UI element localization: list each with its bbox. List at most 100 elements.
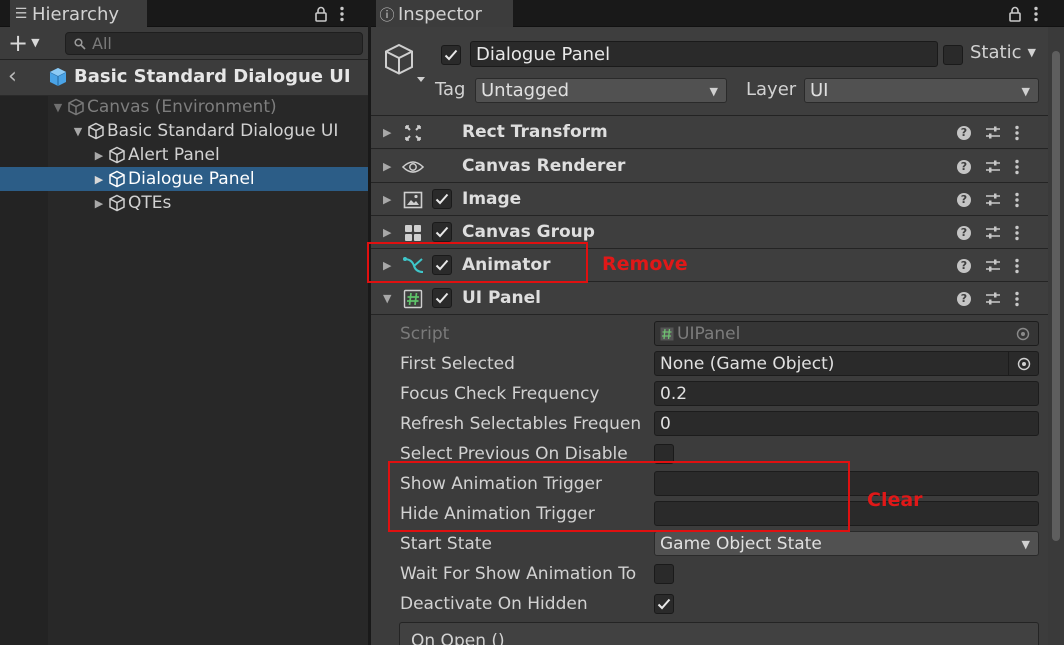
kebab-menu-icon[interactable] <box>1015 192 1019 208</box>
tab-hierarchy[interactable]: ☰ Hierarchy <box>10 0 147 28</box>
collapsed-arrow-icon[interactable]: ▶ <box>383 160 391 173</box>
tree-item-canvas[interactable]: ▼ Canvas (Environment) <box>48 95 368 119</box>
help-icon[interactable]: ? <box>957 192 971 207</box>
expanded-arrow-icon[interactable]: ▼ <box>51 101 65 114</box>
component-tools: ? <box>957 116 1019 149</box>
collapsed-arrow-icon[interactable]: ▶ <box>92 149 106 162</box>
collapsed-arrow-icon[interactable]: ▶ <box>383 226 391 239</box>
hierarchy-panel: ☰ Hierarchy + ▼ All ‹ Basic Standard Dia… <box>0 0 368 645</box>
help-icon[interactable]: ? <box>957 258 971 273</box>
inspector-scrollbar[interactable] <box>1048 27 1064 645</box>
hierarchy-tab-tools <box>314 0 344 27</box>
component-tools: ? <box>957 216 1019 249</box>
object-name-input[interactable]: Dialogue Panel <box>470 41 938 67</box>
preset-sliders-icon[interactable] <box>985 192 1001 208</box>
expanded-arrow-icon[interactable]: ▼ <box>383 292 391 305</box>
search-input[interactable]: All <box>65 32 363 55</box>
first-selected-field[interactable]: None (Game Object) <box>654 351 1039 376</box>
tree-item-qtes[interactable]: ▶ QTEs <box>48 191 368 215</box>
tree-item-label: QTEs <box>128 193 172 213</box>
focus-check-frequency-input[interactable]: 0.2 <box>654 381 1039 406</box>
component-enabled-checkbox[interactable] <box>432 288 452 308</box>
script-field[interactable]: UIPanel <box>654 321 1039 346</box>
help-icon[interactable]: ? <box>957 125 971 140</box>
component-enabled-checkbox[interactable] <box>432 222 452 242</box>
component-tools: ? <box>957 183 1019 216</box>
component-rect-transform[interactable]: ▶ Rect Transform ? <box>371 116 1048 149</box>
preset-sliders-icon[interactable] <box>985 291 1001 307</box>
kebab-menu-icon[interactable] <box>1015 258 1019 274</box>
component-image[interactable]: ▶ Image ? <box>371 183 1048 216</box>
static-dropdown[interactable]: Static ▼ <box>970 42 1036 63</box>
gameobject-icon[interactable] <box>383 43 427 92</box>
start-state-label: Start State <box>400 534 492 554</box>
layer-value: UI <box>810 80 829 101</box>
tag-dropdown[interactable]: Untagged ▼ <box>475 78 727 103</box>
preset-sliders-icon[interactable] <box>985 159 1001 175</box>
tab-inspector[interactable]: ⓘ Inspector <box>376 0 513 28</box>
component-tools: ? <box>957 282 1019 315</box>
scrollbar-thumb[interactable] <box>1052 51 1060 541</box>
expanded-arrow-icon[interactable]: ▼ <box>71 125 85 138</box>
preset-sliders-icon[interactable] <box>985 225 1001 241</box>
deactivate-on-hidden-checkbox[interactable] <box>654 594 674 614</box>
component-name: Canvas Renderer <box>462 156 626 176</box>
preset-sliders-icon[interactable] <box>985 125 1001 141</box>
help-icon[interactable]: ? <box>957 225 971 240</box>
preset-sliders-icon[interactable] <box>985 258 1001 274</box>
annotation-animator-box <box>367 242 588 283</box>
refresh-selectables-frequency-input[interactable]: 0 <box>654 411 1039 436</box>
first-selected-label: First Selected <box>400 354 515 374</box>
kebab-menu-icon[interactable] <box>340 6 344 22</box>
prefab-title-label: Basic Standard Dialogue UI <box>74 66 351 87</box>
active-checkbox[interactable] <box>441 45 461 65</box>
static-checkbox[interactable] <box>943 45 963 65</box>
start-state-dropdown[interactable]: Game Object State ▼ <box>654 531 1039 556</box>
wait-for-show-animation-checkbox[interactable] <box>654 564 674 584</box>
wait-for-show-animation-label: Wait For Show Animation To <box>400 564 637 584</box>
lock-icon[interactable] <box>1008 6 1022 22</box>
component-enabled-checkbox[interactable] <box>432 189 452 209</box>
tree-item-alert-panel[interactable]: ▶ Alert Panel <box>48 143 368 167</box>
refresh-selectables-frequency-value: 0 <box>660 413 671 434</box>
help-icon[interactable]: ? <box>957 159 971 174</box>
collapsed-arrow-icon[interactable]: ▶ <box>92 197 106 210</box>
component-ui-panel[interactable]: ▼ UI Panel ? <box>371 282 1048 315</box>
grid-icon <box>402 222 424 244</box>
back-arrow-icon[interactable]: ‹ <box>8 64 17 89</box>
gameobject-header: Dialogue Panel Static ▼ Tag Untagged ▼ L… <box>371 27 1048 116</box>
search-placeholder: All <box>92 34 112 53</box>
on-open-label: On Open () <box>411 631 505 645</box>
annotation-remove: Remove <box>602 253 688 275</box>
collapsed-arrow-icon[interactable]: ▶ <box>92 173 106 186</box>
kebab-menu-icon[interactable] <box>1015 291 1019 307</box>
object-picker-icon[interactable] <box>1008 322 1038 345</box>
kebab-menu-icon[interactable] <box>1034 6 1038 22</box>
help-icon[interactable]: ? <box>957 291 971 306</box>
checkmark-icon <box>435 193 449 205</box>
checkmark-icon <box>435 292 449 304</box>
layer-dropdown[interactable]: UI ▼ <box>804 78 1039 103</box>
inspector-tab-bar: ⓘ Inspector <box>371 0 1064 28</box>
component-tools: ? <box>957 249 1019 282</box>
on-open-event-box[interactable]: On Open () <box>399 622 1039 645</box>
chevron-down-icon: ▼ <box>709 85 718 98</box>
first-selected-value: None (Game Object) <box>660 353 835 374</box>
annotation-triggers-box <box>388 461 850 532</box>
collapsed-arrow-icon[interactable]: ▶ <box>383 193 391 206</box>
lock-icon[interactable] <box>314 6 328 22</box>
kebab-menu-icon[interactable] <box>1015 125 1019 141</box>
create-button[interactable]: + ▼ <box>8 31 40 55</box>
inspector-tab-tools <box>1008 0 1038 27</box>
kebab-menu-icon[interactable] <box>1015 225 1019 241</box>
tree-item-basic-standard-dialogue-ui[interactable]: ▼ Basic Standard Dialogue UI <box>48 119 368 143</box>
hierarchy-tab-bar: ☰ Hierarchy <box>0 0 368 28</box>
tree-item-dialogue-panel[interactable]: ▶ Dialogue Panel <box>0 167 368 191</box>
gameobject-cube-icon <box>106 170 128 188</box>
kebab-menu-icon[interactable] <box>1015 159 1019 175</box>
checkmark-icon <box>435 226 449 238</box>
chevron-down-icon: ▼ <box>31 36 40 49</box>
object-picker-icon[interactable] <box>1008 352 1038 375</box>
component-canvas-renderer[interactable]: ▶ Canvas Renderer ? <box>371 150 1048 183</box>
collapsed-arrow-icon[interactable]: ▶ <box>383 126 391 139</box>
